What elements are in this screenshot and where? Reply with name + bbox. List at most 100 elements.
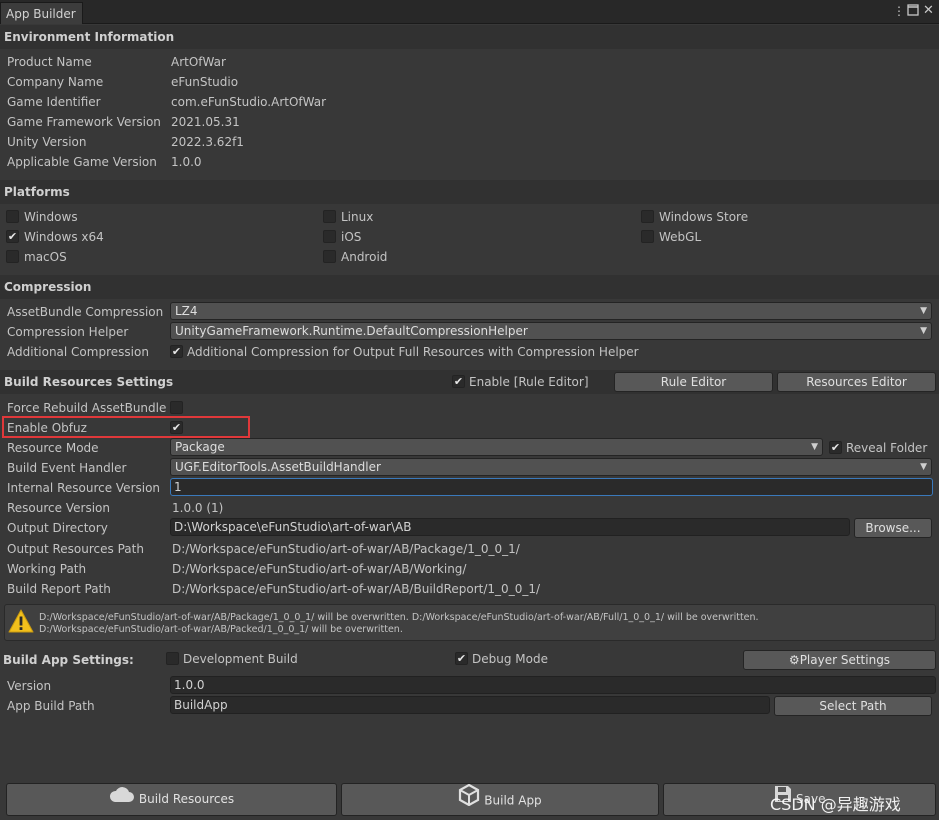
platform-webgl-label: WebGL xyxy=(659,230,702,244)
unity-version-value: 2022.3.62f1 xyxy=(171,135,244,149)
version-label: Version xyxy=(7,679,52,693)
platform-android-label: Android xyxy=(341,250,388,264)
company-name-label: Company Name xyxy=(7,75,104,89)
platform-webgl-checkbox[interactable] xyxy=(641,230,654,243)
framework-version-value: 2021.05.31 xyxy=(171,115,240,129)
select-path-button[interactable]: Select Path xyxy=(774,696,932,716)
product-name-value: ArtOfWar xyxy=(171,55,226,69)
build-event-handler-value: UGF.EditorTools.AssetBuildHandler xyxy=(175,460,381,474)
development-build-label: Development Build xyxy=(183,652,298,666)
window-tab-title: App Builder xyxy=(6,7,76,21)
browse-button[interactable]: Browse... xyxy=(854,518,932,538)
platform-linux-label: Linux xyxy=(341,210,374,224)
window-tab-bar xyxy=(0,0,939,24)
working-path-label: Working Path xyxy=(7,562,87,576)
reveal-folder-label: Reveal Folder xyxy=(846,441,928,455)
additional-compression-text: Additional Compression for Output Full R… xyxy=(187,345,639,359)
warning-icon xyxy=(8,609,34,636)
platform-macos-checkbox[interactable] xyxy=(6,250,19,263)
debug-mode-checkbox[interactable]: ✔ xyxy=(455,652,468,665)
compression-helper-label: Compression Helper xyxy=(7,325,129,339)
warning-line-2: D:/Workspace/eFunStudio/art-of-war/AB/Pa… xyxy=(39,624,403,635)
build-resources-button[interactable]: Build Resources xyxy=(6,783,337,816)
annotation-highlight-box xyxy=(2,416,250,438)
unity-cube-icon xyxy=(458,783,480,818)
kebab-menu-icon[interactable]: ⋮ xyxy=(893,4,905,18)
platform-windows-label: Windows xyxy=(24,210,78,224)
development-build-checkbox[interactable] xyxy=(166,652,179,665)
chevron-down-icon: ▼ xyxy=(920,306,927,316)
build-report-path-value: D:/Workspace/eFunStudio/art-of-war/AB/Bu… xyxy=(172,582,541,596)
output-directory-input[interactable]: D:\Workspace\eFunStudio\art-of-war\AB xyxy=(170,518,850,536)
build-app-label: Build App xyxy=(484,793,542,808)
resources-editor-button[interactable]: Resources Editor xyxy=(777,372,936,392)
internal-resource-version-input[interactable]: 1 xyxy=(170,478,933,496)
debug-mode-label: Debug Mode xyxy=(472,652,548,666)
platform-macos-label: macOS xyxy=(24,250,67,264)
platform-windows-store-checkbox[interactable] xyxy=(641,210,654,223)
platform-linux-checkbox[interactable] xyxy=(323,210,336,223)
rule-editor-button[interactable]: Rule Editor xyxy=(614,372,773,392)
platform-windows-x64-checkbox[interactable]: ✔ xyxy=(6,230,19,243)
build-app-header: Build App Settings: xyxy=(3,653,134,667)
chevron-down-icon: ▼ xyxy=(920,462,927,472)
internal-resource-version-label: Internal Resource Version xyxy=(7,481,161,495)
game-identifier-label: Game Identifier xyxy=(7,95,101,109)
product-name-label: Product Name xyxy=(7,55,92,69)
warning-line-1: D:/Workspace/eFunStudio/art-of-war/AB/Pa… xyxy=(39,612,759,623)
build-event-handler-dropdown[interactable]: UGF.EditorTools.AssetBuildHandler ▼ xyxy=(170,458,932,476)
compression-helper-value: UnityGameFramework.Runtime.DefaultCompre… xyxy=(175,324,528,338)
force-rebuild-label: Force Rebuild AssetBundle xyxy=(7,401,167,415)
gear-icon: ⚙ xyxy=(788,653,800,667)
working-path-value: D:/Workspace/eFunStudio/art-of-war/AB/Wo… xyxy=(172,562,467,576)
warning-message: D:/Workspace/eFunStudio/art-of-war/AB/Pa… xyxy=(39,612,919,636)
reveal-folder-checkbox[interactable]: ✔ xyxy=(829,441,842,454)
app-build-path-label: App Build Path xyxy=(7,699,95,713)
assetbundle-compression-label: AssetBundle Compression xyxy=(7,305,164,319)
build-report-path-label: Build Report Path xyxy=(7,582,111,596)
additional-compression-checkbox[interactable]: ✔ xyxy=(170,345,183,358)
game-identifier-value: com.eFunStudio.ArtOfWar xyxy=(171,95,327,109)
platforms-header: Platforms xyxy=(0,180,939,204)
close-icon[interactable]: ✕ xyxy=(923,4,934,18)
company-name-value: eFunStudio xyxy=(171,75,239,89)
build-resources-label: Build Resources xyxy=(138,792,235,806)
enable-rule-editor-checkbox[interactable]: ✔ xyxy=(452,375,465,388)
framework-version-label: Game Framework Version xyxy=(7,115,161,129)
platform-windows-store-label: Windows Store xyxy=(659,210,749,224)
chevron-down-icon: ▼ xyxy=(920,326,927,336)
resource-mode-label: Resource Mode xyxy=(7,441,99,455)
platform-android-checkbox[interactable] xyxy=(323,250,336,263)
output-directory-label: Output Directory xyxy=(7,521,108,535)
resource-version-value: 1.0.0 (1) xyxy=(172,501,224,515)
unity-version-label: Unity Version xyxy=(7,135,87,149)
chevron-down-icon: ▼ xyxy=(811,442,818,452)
environment-header: Environment Information xyxy=(0,25,939,49)
platform-windows-checkbox[interactable] xyxy=(6,210,19,223)
output-resources-path-value: D:/Workspace/eFunStudio/art-of-war/AB/Pa… xyxy=(172,542,520,556)
resource-mode-value: Package xyxy=(175,440,225,454)
player-settings-button[interactable]: ⚙Player Settings xyxy=(743,650,936,670)
assetbundle-compression-dropdown[interactable]: LZ4 ▼ xyxy=(170,302,932,320)
compression-header: Compression xyxy=(0,275,939,299)
platform-ios-checkbox[interactable] xyxy=(323,230,336,243)
enable-rule-editor-label: Enable [Rule Editor] xyxy=(469,375,589,389)
window-tab[interactable]: App Builder xyxy=(0,2,83,24)
resource-mode-dropdown[interactable]: Package ▼ xyxy=(170,438,823,456)
compression-helper-dropdown[interactable]: UnityGameFramework.Runtime.DefaultCompre… xyxy=(170,322,932,340)
game-version-value: 1.0.0 xyxy=(171,155,202,169)
assetbundle-compression-value: LZ4 xyxy=(175,304,198,318)
version-input[interactable]: 1.0.0 xyxy=(170,676,936,694)
platform-ios-label: iOS xyxy=(341,230,362,244)
build-event-handler-label: Build Event Handler xyxy=(7,461,127,475)
platform-windows-x64-label: Windows x64 xyxy=(24,230,104,244)
force-rebuild-checkbox[interactable] xyxy=(170,401,183,414)
output-resources-path-label: Output Resources Path xyxy=(7,542,144,556)
game-version-label: Applicable Game Version xyxy=(7,155,157,169)
app-build-path-input[interactable]: BuildApp xyxy=(170,696,770,714)
build-app-button[interactable]: Build App xyxy=(341,783,659,816)
cloud-icon xyxy=(109,784,135,815)
additional-compression-label: Additional Compression xyxy=(7,345,149,359)
maximize-icon[interactable] xyxy=(907,4,919,19)
resource-version-label: Resource Version xyxy=(7,501,110,515)
